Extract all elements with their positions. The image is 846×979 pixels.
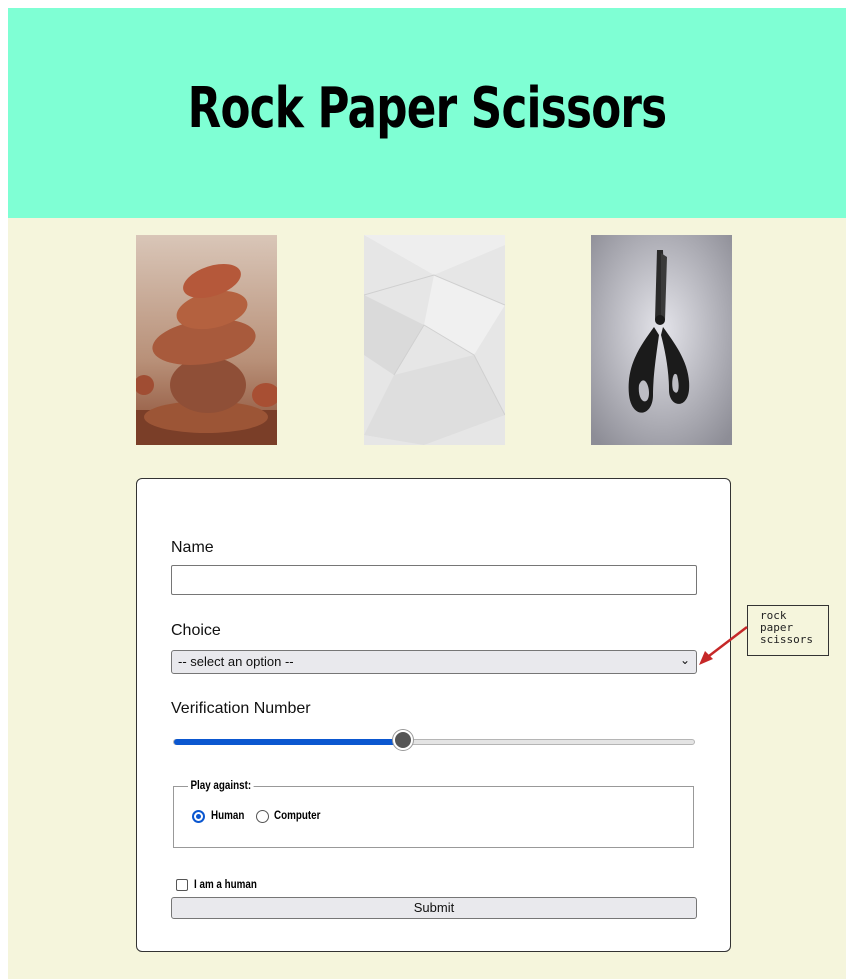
- play-against-legend: Play against:: [188, 778, 254, 792]
- human-checkbox[interactable]: [176, 879, 188, 891]
- play-against-group: Play against: Human Computer: [173, 778, 694, 848]
- choice-select[interactable]: -- select an option -- ⌄: [171, 650, 697, 674]
- choice-selected-value: -- select an option --: [178, 654, 294, 669]
- radio-human-label: Human: [211, 808, 245, 822]
- header-banner: Rock Paper Scissors: [8, 8, 846, 218]
- chevron-down-icon: ⌄: [679, 653, 690, 667]
- name-label: Name: [171, 539, 214, 556]
- note-line-scissors: scissors: [760, 633, 813, 646]
- submit-button[interactable]: Submit: [171, 897, 697, 919]
- game-form: Name Choice -- select an option -- ⌄ Ver…: [136, 478, 731, 952]
- rock-image: [136, 235, 277, 445]
- verification-label: Verification Number: [171, 700, 311, 717]
- choice-label: Choice: [171, 622, 221, 639]
- name-input[interactable]: [171, 565, 697, 595]
- human-checkbox-label: I am a human: [194, 877, 257, 891]
- choice-options-note: rock paper scissors: [747, 605, 829, 656]
- page-title: Rock Paper Scissors: [187, 76, 668, 141]
- scissors-image: [591, 235, 732, 445]
- annotation-arrow-icon: [699, 626, 748, 665]
- radio-computer-label: Computer: [274, 808, 321, 822]
- radio-human[interactable]: [192, 810, 205, 823]
- paper-image: [364, 235, 505, 445]
- page: Rock Paper Scissors Name Choice -- selec…: [8, 8, 846, 979]
- radio-computer[interactable]: [256, 810, 269, 823]
- verification-slider-thumb[interactable]: [393, 730, 413, 750]
- verification-slider-fill: [174, 739, 404, 745]
- verification-slider-track[interactable]: [173, 739, 695, 745]
